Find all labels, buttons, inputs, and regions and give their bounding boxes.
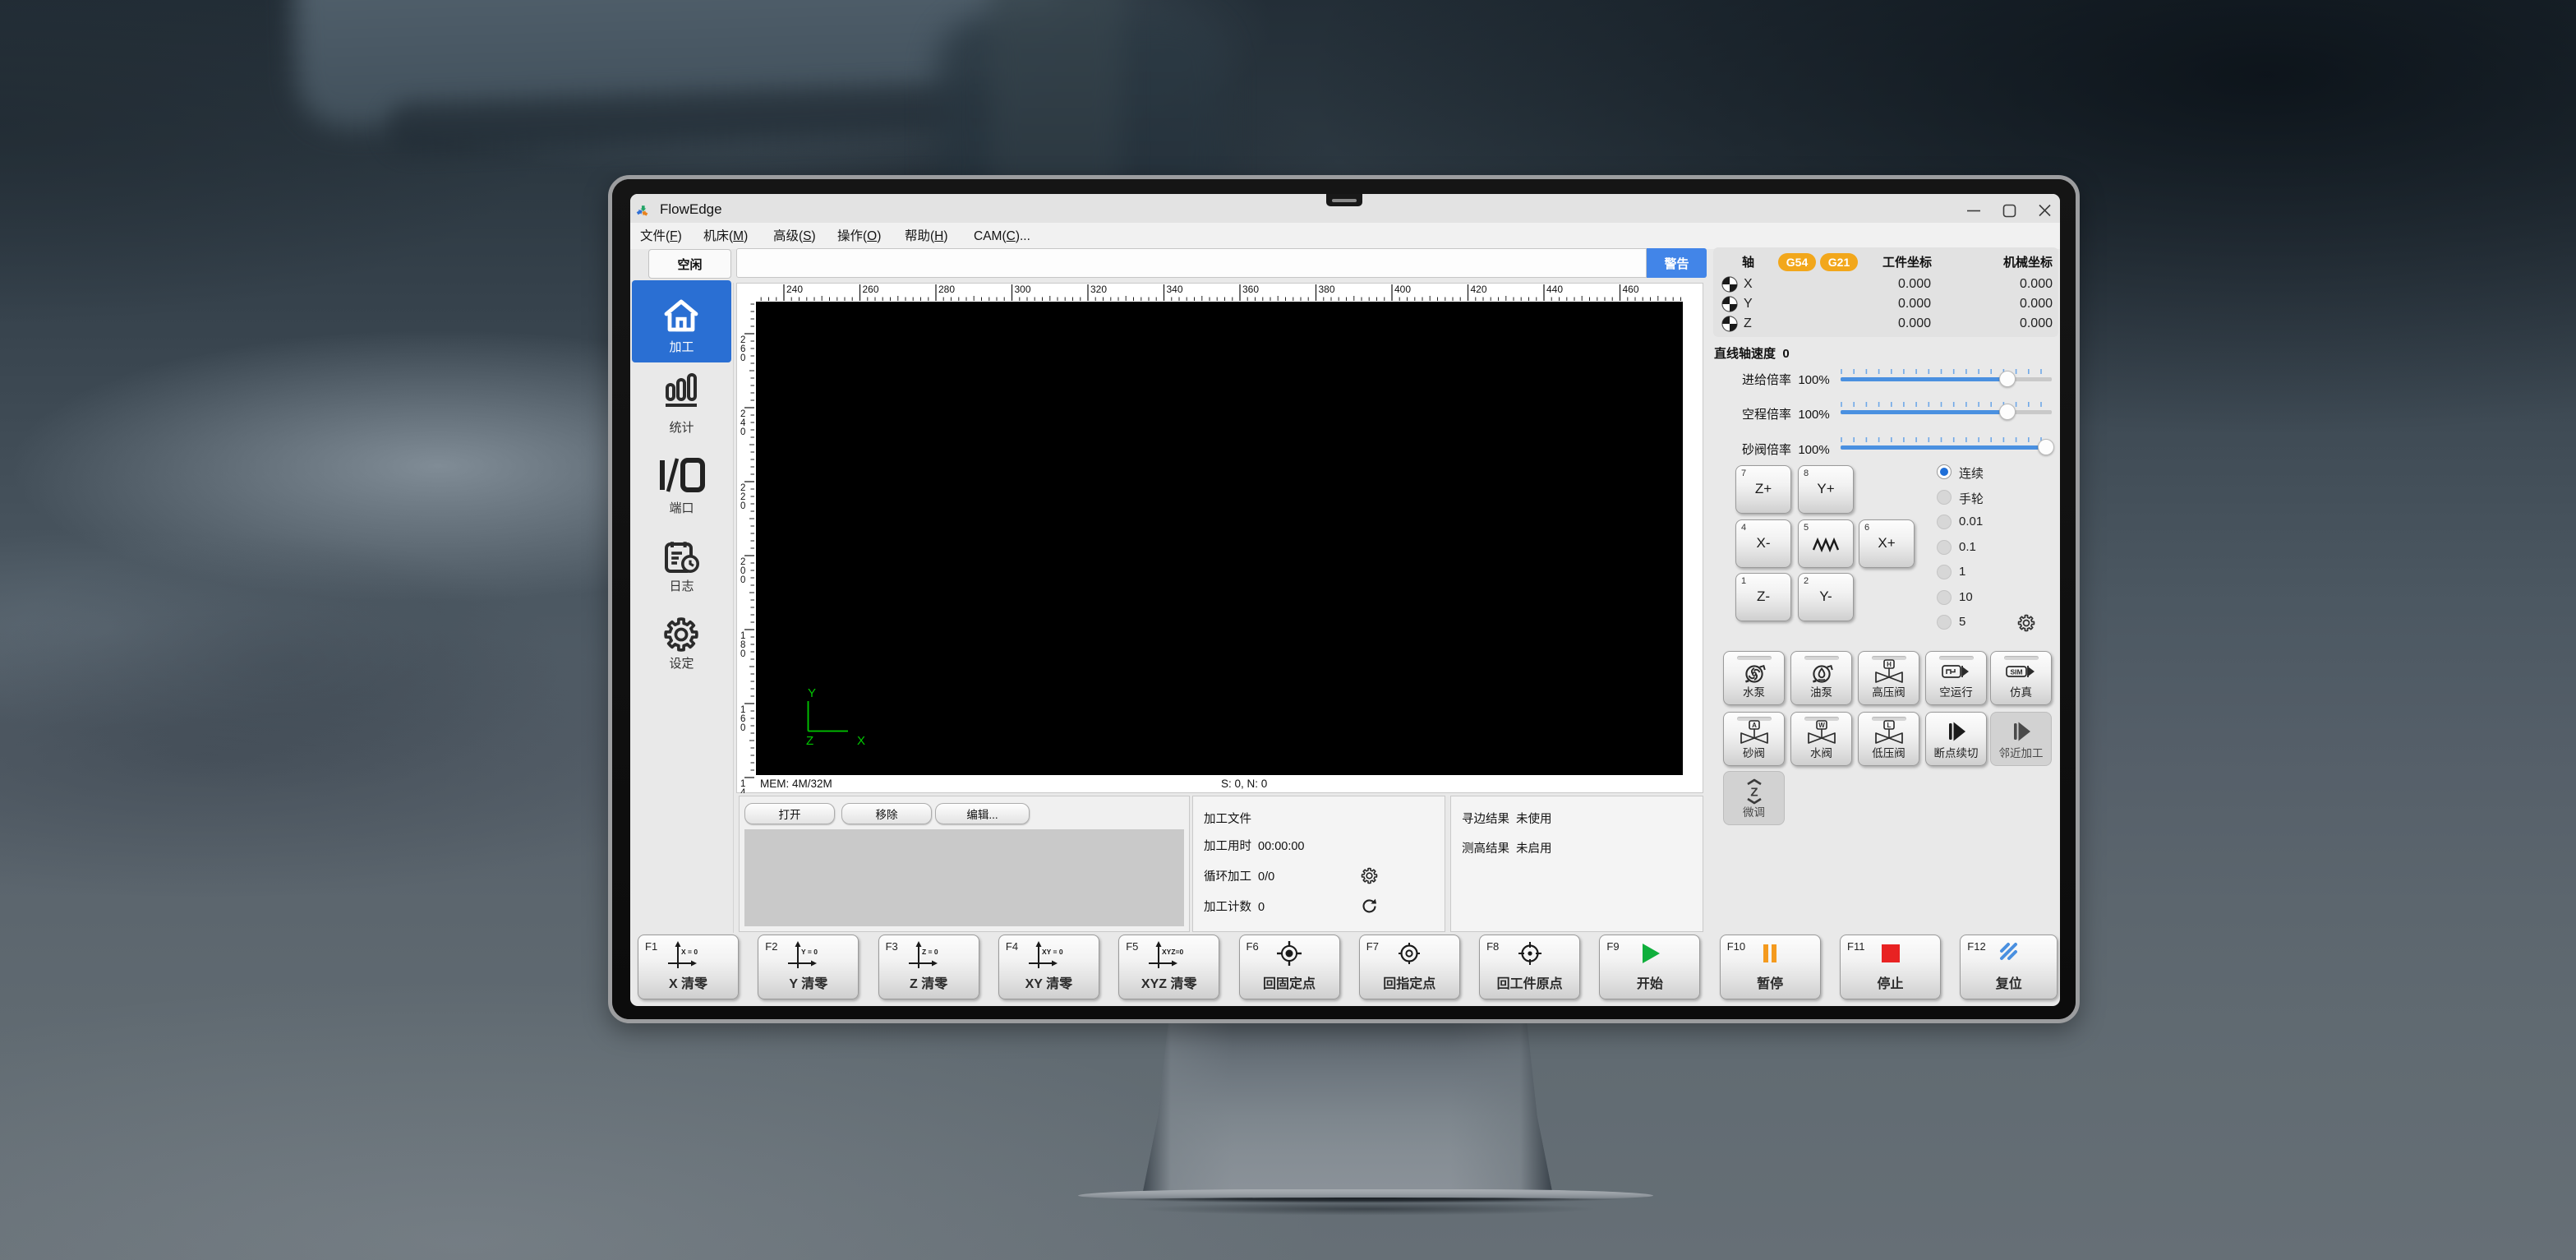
svg-text:0: 0 bbox=[740, 649, 745, 659]
svg-text:A: A bbox=[1752, 722, 1757, 729]
svg-text:SIM: SIM bbox=[2010, 668, 2022, 676]
svg-text:460: 460 bbox=[1623, 284, 1639, 295]
svg-text:0: 0 bbox=[740, 353, 745, 363]
svg-text:240: 240 bbox=[786, 284, 803, 295]
svg-text:0: 0 bbox=[740, 501, 745, 511]
svg-text:W: W bbox=[1818, 722, 1825, 729]
svg-text:XYZ=0: XYZ=0 bbox=[1162, 948, 1183, 956]
svg-text:260: 260 bbox=[863, 284, 879, 295]
svg-text:0: 0 bbox=[740, 575, 745, 585]
svg-text:X = 0: X = 0 bbox=[681, 948, 698, 956]
svg-text:Z = 0: Z = 0 bbox=[922, 948, 938, 956]
svg-text:X: X bbox=[857, 734, 865, 748]
svg-text:L: L bbox=[1887, 722, 1891, 729]
svg-text:H: H bbox=[1887, 661, 1892, 668]
svg-text:380: 380 bbox=[1319, 284, 1335, 295]
svg-text:280: 280 bbox=[938, 284, 955, 295]
svg-text:440: 440 bbox=[1546, 284, 1563, 295]
svg-text:0: 0 bbox=[740, 427, 745, 437]
svg-text:Z: Z bbox=[1750, 786, 1758, 800]
svg-text:340: 340 bbox=[1167, 284, 1183, 295]
svg-text:400: 400 bbox=[1394, 284, 1411, 295]
svg-text:XY = 0: XY = 0 bbox=[1042, 948, 1063, 956]
svg-text:300: 300 bbox=[1015, 284, 1031, 295]
svg-text:360: 360 bbox=[1242, 284, 1259, 295]
svg-text:0: 0 bbox=[740, 723, 745, 733]
svg-text:Y = 0: Y = 0 bbox=[801, 948, 818, 956]
svg-text:420: 420 bbox=[1471, 284, 1487, 295]
svg-text:Z: Z bbox=[806, 734, 813, 748]
svg-text:Y: Y bbox=[808, 686, 816, 700]
svg-text:320: 320 bbox=[1090, 284, 1107, 295]
svg-text:4: 4 bbox=[740, 788, 746, 793]
